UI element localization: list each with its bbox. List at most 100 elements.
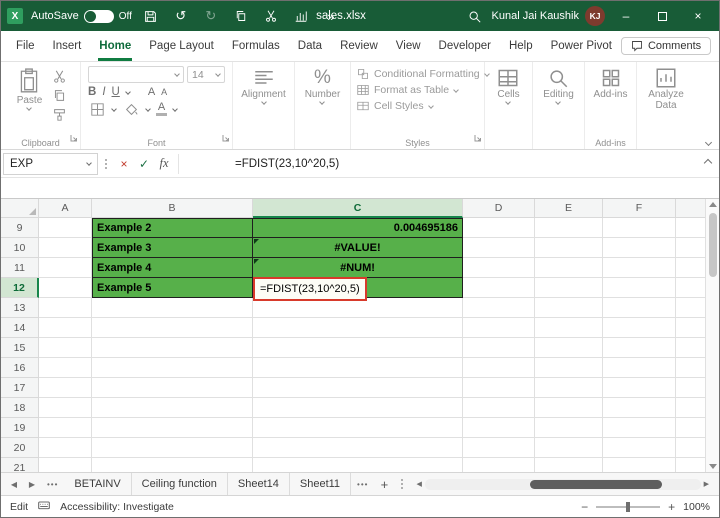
cell[interactable]	[535, 458, 603, 472]
cell[interactable]	[39, 378, 92, 398]
cell[interactable]	[535, 298, 603, 318]
cell[interactable]	[603, 458, 676, 472]
sheet-tab-betainv[interactable]: BETAINV	[64, 473, 132, 495]
cell[interactable]	[253, 338, 463, 358]
cell[interactable]	[463, 378, 535, 398]
cell[interactable]	[253, 398, 463, 418]
row-header-19[interactable]: 19	[1, 418, 39, 438]
cell[interactable]	[463, 398, 535, 418]
cell[interactable]	[463, 318, 535, 338]
sheet-tab-sheet11[interactable]: Sheet11	[290, 473, 352, 495]
cell[interactable]	[535, 358, 603, 378]
horizontal-scroll-thumb[interactable]	[529, 479, 662, 489]
fill-color-button[interactable]	[122, 101, 140, 117]
cells-button[interactable]: Cells	[493, 66, 523, 106]
tab-formulas[interactable]: Formulas	[223, 31, 289, 61]
cell[interactable]	[463, 418, 535, 438]
row-header-18[interactable]: 18	[1, 398, 39, 418]
cell-a11[interactable]	[39, 258, 92, 278]
conditional-formatting-button[interactable]: Conditional Formatting	[355, 66, 491, 82]
sheet-bar-splitter-icon[interactable]	[401, 479, 404, 489]
addins-button[interactable]: Add-ins	[590, 66, 632, 102]
scroll-down-icon[interactable]	[708, 464, 717, 469]
zoom-in-icon[interactable]: +	[668, 500, 675, 514]
cell[interactable]	[463, 338, 535, 358]
cell[interactable]	[463, 358, 535, 378]
new-sheet-button[interactable]: +	[374, 477, 394, 492]
cell[interactable]	[253, 378, 463, 398]
borders-button[interactable]	[88, 101, 106, 117]
cell-styles-button[interactable]: Cell Styles	[355, 98, 435, 114]
scroll-left-icon[interactable]: ◀	[416, 480, 421, 488]
cell-a9[interactable]	[39, 218, 92, 238]
autosave-toggle[interactable]: AutoSave Off	[31, 9, 132, 23]
vertical-scrollbar[interactable]	[705, 199, 719, 472]
minimize-button[interactable]: –	[611, 3, 641, 29]
editing-button[interactable]: Editing	[539, 66, 578, 106]
alignment-button[interactable]: Alignment	[237, 66, 289, 106]
cell[interactable]	[39, 418, 92, 438]
scroll-up-icon[interactable]	[708, 202, 717, 207]
accessibility-status[interactable]: Accessibility: Investigate	[60, 501, 174, 513]
cut-button[interactable]	[50, 68, 68, 84]
cell[interactable]	[253, 358, 463, 378]
tab-view[interactable]: View	[387, 31, 430, 61]
cell[interactable]	[535, 378, 603, 398]
name-box[interactable]: EXP	[3, 152, 98, 175]
undo-icon[interactable]: ↺	[170, 5, 192, 27]
row-header-11[interactable]: 11	[1, 258, 39, 278]
row-header-15[interactable]: 15	[1, 338, 39, 358]
tab-file[interactable]: File	[7, 31, 44, 61]
cell-f9[interactable]	[603, 218, 676, 238]
cell[interactable]	[92, 338, 253, 358]
cell[interactable]	[92, 378, 253, 398]
cell[interactable]	[92, 358, 253, 378]
row-header-10[interactable]: 10	[1, 238, 39, 258]
column-header-b[interactable]: B	[92, 199, 253, 218]
cell[interactable]	[92, 398, 253, 418]
cell-e11[interactable]	[535, 258, 603, 278]
row-header-13[interactable]: 13	[1, 298, 39, 318]
cell[interactable]	[603, 358, 676, 378]
tab-data[interactable]: Data	[289, 31, 331, 61]
decrease-font-button[interactable]: A	[161, 87, 167, 97]
row-header-9[interactable]: 9	[1, 218, 39, 238]
analyze-data-button[interactable]: Analyze Data	[640, 66, 692, 113]
cell[interactable]	[39, 358, 92, 378]
zoom-slider-knob[interactable]	[625, 501, 630, 512]
tab-power-pivot[interactable]: Power Pivot	[542, 31, 621, 61]
cell[interactable]	[39, 398, 92, 418]
cell[interactable]	[253, 418, 463, 438]
row-header-20[interactable]: 20	[1, 438, 39, 458]
cell[interactable]	[603, 378, 676, 398]
font-name-select[interactable]	[88, 66, 184, 83]
cell[interactable]	[463, 438, 535, 458]
formula-input[interactable]: =FDIST(23,10^20,5)	[235, 158, 339, 170]
increase-font-button[interactable]: A	[148, 87, 155, 98]
comments-button[interactable]: Comments	[620, 37, 712, 55]
sheet-overflow-left[interactable]: •••	[41, 480, 64, 489]
paste-button[interactable]: Paste	[13, 66, 47, 122]
underline-dropdown-icon[interactable]	[124, 88, 131, 95]
cell-d10[interactable]	[463, 238, 535, 258]
sheet-nav-prev-icon[interactable]: ◀	[5, 480, 23, 489]
enter-icon[interactable]: ✓	[134, 157, 154, 171]
cell[interactable]	[603, 318, 676, 338]
bold-button[interactable]: B	[88, 86, 96, 98]
copy-icon[interactable]	[230, 5, 252, 27]
cell[interactable]	[39, 318, 92, 338]
cell-e12[interactable]	[535, 278, 603, 298]
cell-f10[interactable]	[603, 238, 676, 258]
row-header-16[interactable]: 16	[1, 358, 39, 378]
cell[interactable]	[603, 438, 676, 458]
cell[interactable]	[603, 398, 676, 418]
cell-c11[interactable]: #NUM!	[253, 258, 463, 278]
font-dialog-launcher-icon[interactable]	[222, 129, 230, 147]
column-header-f[interactable]: F	[603, 199, 676, 218]
cell-e9[interactable]	[535, 218, 603, 238]
cell[interactable]	[535, 398, 603, 418]
search-icon[interactable]	[464, 5, 486, 27]
cell[interactable]	[603, 338, 676, 358]
cell[interactable]	[92, 318, 253, 338]
cell-c9[interactable]: 0.004695186	[253, 218, 463, 238]
